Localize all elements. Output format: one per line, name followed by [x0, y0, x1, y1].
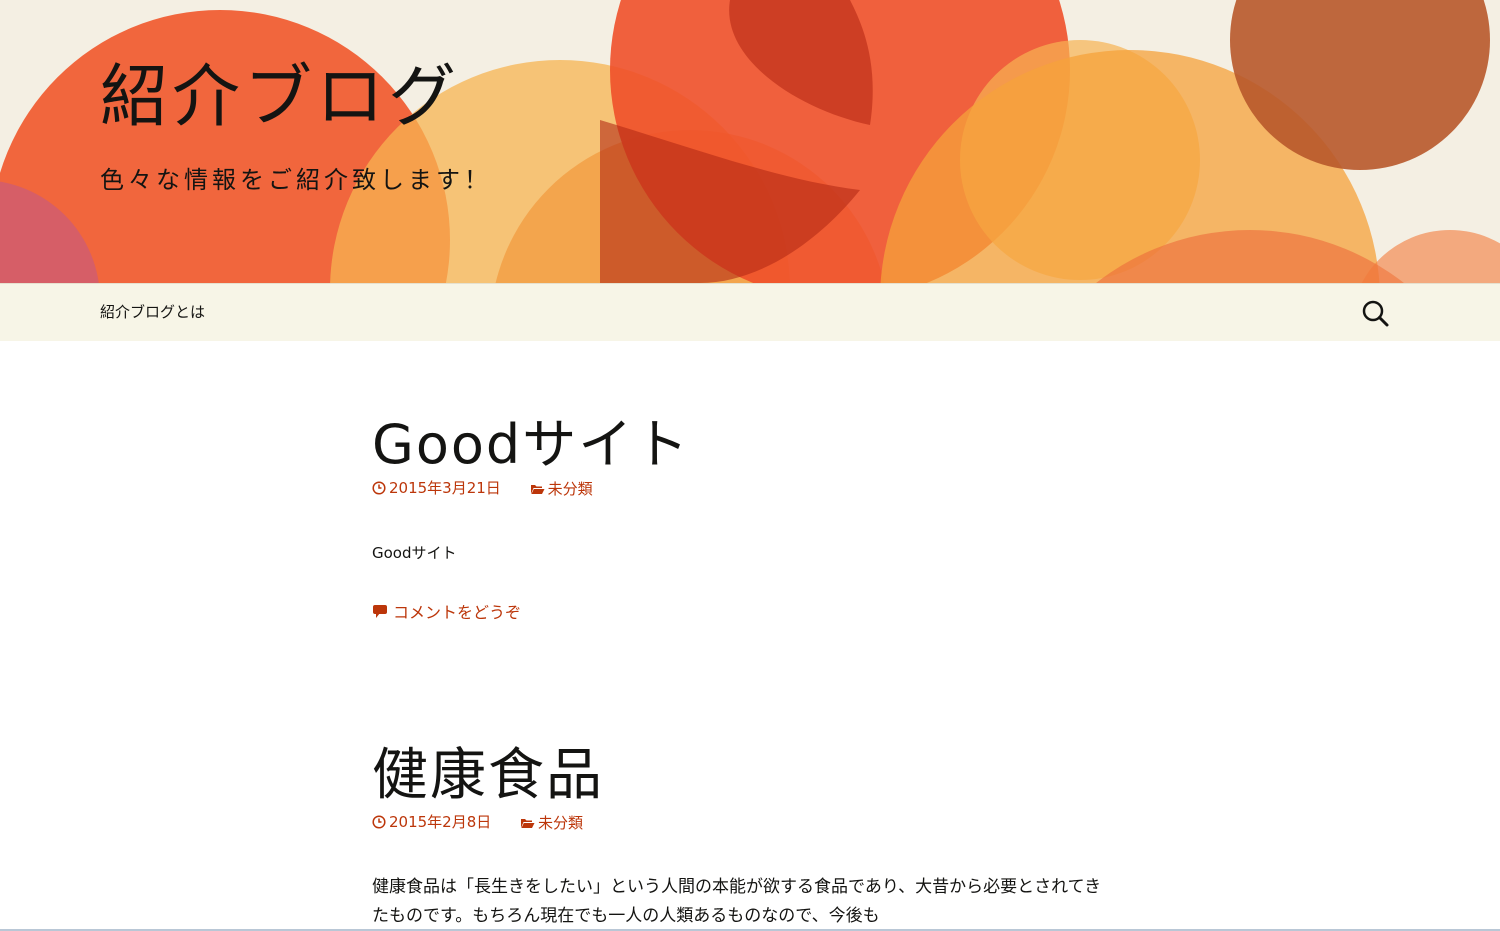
post-date: 2015年3月21日: [389, 479, 501, 497]
post-title[interactable]: 健康食品: [372, 730, 604, 811]
comments-link[interactable]: コメントをどうぞ: [372, 599, 521, 623]
post-category-link[interactable]: 未分類: [520, 812, 583, 833]
post-category: 未分類: [547, 480, 593, 498]
folder-icon: [521, 818, 535, 828]
post-category-link[interactable]: 未分類: [530, 478, 593, 499]
post-excerpt: Goodサイト: [372, 544, 457, 562]
post-date-link[interactable]: 2015年3月21日: [372, 477, 501, 498]
post-body: 健康食品は「長生きをしたい」という人間の本能が欲する食品であり、大昔から必要とさ…: [372, 877, 1102, 926]
post-date-link[interactable]: 2015年2月8日: [372, 811, 491, 832]
nav-item-about[interactable]: 紹介ブログとは: [100, 301, 205, 322]
post-category: 未分類: [538, 814, 584, 832]
site-description: 色々な情報をご紹介致します！: [100, 166, 492, 194]
header-background-art: [0, 0, 1500, 283]
post-date: 2015年2月8日: [389, 813, 492, 831]
site-header: 紹介ブログ 色々な情報をご紹介致します！: [0, 0, 1500, 283]
post-title[interactable]: Goodサイト: [372, 400, 690, 479]
post-meta: 2015年2月8日 未分類: [372, 811, 607, 833]
site-title[interactable]: 紹介ブログ: [100, 64, 460, 132]
comment-icon: [373, 605, 387, 618]
clock-icon: [372, 480, 386, 495]
search-button[interactable]: [1360, 298, 1390, 328]
navigation-bar: 紹介ブログとは: [0, 283, 1500, 341]
search-icon: [1362, 300, 1389, 327]
clock-icon: [372, 814, 386, 829]
folder-icon: [530, 484, 545, 494]
post-meta: 2015年3月21日 未分類: [372, 477, 617, 499]
comments-link-label: コメントをどうぞ: [393, 603, 522, 622]
